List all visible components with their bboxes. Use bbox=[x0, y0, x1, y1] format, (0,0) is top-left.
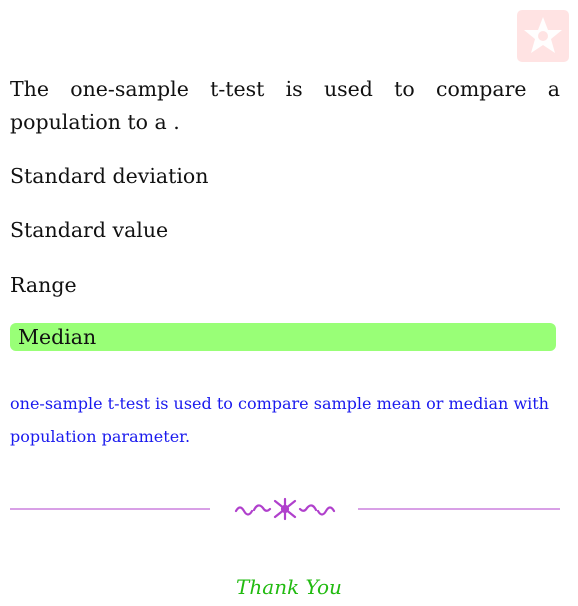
thank-you-text: Thank You bbox=[236, 575, 342, 599]
option-median-selected[interactable]: Median bbox=[10, 323, 556, 351]
ornamental-divider bbox=[10, 497, 560, 521]
option-standard-value[interactable]: Standard value bbox=[10, 216, 556, 244]
explanation-text: one-sample t-test is used to compare sam… bbox=[10, 394, 549, 446]
option-label: Standard value bbox=[10, 218, 169, 242]
option-standard-deviation[interactable]: Standard deviation bbox=[10, 162, 556, 190]
question-text: The one-sample t-test is used to compare… bbox=[10, 77, 560, 134]
option-label: Standard deviation bbox=[10, 164, 209, 188]
flourish-ornament-icon bbox=[234, 497, 336, 521]
option-range[interactable]: Range bbox=[10, 271, 556, 299]
option-label: Median bbox=[18, 325, 97, 349]
star-logo-icon bbox=[517, 10, 569, 62]
option-label: Range bbox=[10, 273, 77, 297]
